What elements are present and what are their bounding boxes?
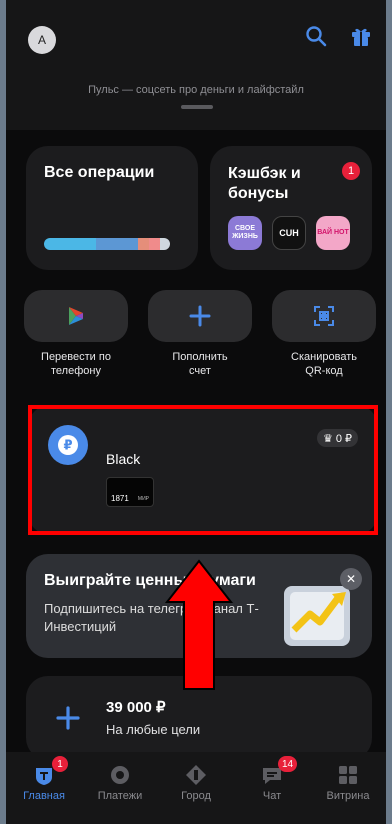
partner-logo-whynot[interactable]: ВАЙ НОТ bbox=[316, 216, 350, 250]
nav-city-label: Город bbox=[181, 790, 211, 802]
nav-home-label: Главная bbox=[23, 790, 65, 802]
highlight-frame bbox=[28, 405, 378, 535]
nav-home-badge: 1 bbox=[52, 756, 68, 772]
spending-bar bbox=[44, 238, 170, 250]
scan-qr-label: Сканировать QR-код bbox=[291, 351, 357, 377]
transfer-by-phone-button[interactable] bbox=[24, 290, 128, 342]
avatar[interactable]: A bbox=[28, 26, 56, 54]
spending-segment bbox=[95, 238, 138, 250]
cashback-badge: 1 bbox=[342, 162, 360, 180]
close-icon[interactable]: ✕ bbox=[340, 568, 362, 590]
nav-chat-label: Чат bbox=[262, 790, 282, 802]
top-bar: A Пульс — соцсеть про деньги и лайфстайл bbox=[6, 0, 386, 130]
partner-logo-cuh[interactable]: CUH bbox=[272, 216, 306, 250]
spending-segment bbox=[160, 238, 170, 250]
puls-feed-link[interactable]: Пульс — соцсеть про деньги и лайфстайл bbox=[6, 84, 386, 96]
spending-segment bbox=[137, 238, 149, 250]
partner-logo-svoe[interactable]: СВОЕ ЖИЗНЬ bbox=[228, 216, 262, 250]
search-icon[interactable] bbox=[304, 24, 328, 48]
spending-segment bbox=[44, 238, 96, 250]
drag-handle[interactable] bbox=[181, 105, 213, 109]
arrow-up-icon bbox=[164, 559, 234, 690]
goal-label: На любые цели bbox=[106, 722, 201, 737]
plus-icon bbox=[56, 706, 80, 730]
gift-icon[interactable] bbox=[349, 24, 373, 48]
goal-amount: 39 000 ₽ bbox=[106, 699, 166, 716]
nav-showcase[interactable]: Витрина bbox=[310, 752, 386, 824]
transfer-by-phone-label: Перевести по телефону bbox=[41, 351, 111, 377]
all-operations-card[interactable]: Все операции bbox=[26, 146, 198, 270]
nav-payments-label: Платежи bbox=[97, 790, 143, 802]
cashback-title: Кэшбэк и бонусы bbox=[228, 165, 301, 202]
nav-home[interactable]: 1 Главная bbox=[6, 752, 82, 824]
top-up-button[interactable] bbox=[148, 290, 252, 342]
nav-chat-badge: 14 bbox=[278, 756, 298, 772]
spending-segment bbox=[149, 238, 161, 250]
showcase-icon bbox=[339, 766, 357, 784]
nav-city[interactable]: Город bbox=[158, 752, 234, 824]
nav-showcase-label: Витрина bbox=[326, 790, 370, 802]
sbp-icon bbox=[69, 307, 83, 325]
bottom-navigation: 1 Главная Платежи Город 14 Чат Витрина bbox=[6, 752, 386, 824]
city-icon bbox=[186, 765, 206, 785]
app-screen: A Пульс — соцсеть про деньги и лайфстайл… bbox=[6, 0, 386, 824]
cashback-card[interactable]: Кэшбэк и бонусы 1 СВОЕ ЖИЗНЬ CUH ВАЙ НОТ bbox=[210, 146, 372, 270]
nav-payments[interactable]: Платежи bbox=[82, 752, 158, 824]
qr-scan-icon bbox=[314, 306, 334, 326]
scan-qr-button[interactable] bbox=[272, 290, 376, 342]
plus-icon bbox=[189, 305, 211, 327]
home-icon bbox=[36, 768, 52, 785]
nav-chat[interactable]: 14 Чат bbox=[234, 752, 310, 824]
top-up-label: Пополнить счет bbox=[172, 351, 228, 377]
payments-icon bbox=[111, 766, 129, 784]
all-operations-title: Все операции bbox=[44, 164, 155, 181]
